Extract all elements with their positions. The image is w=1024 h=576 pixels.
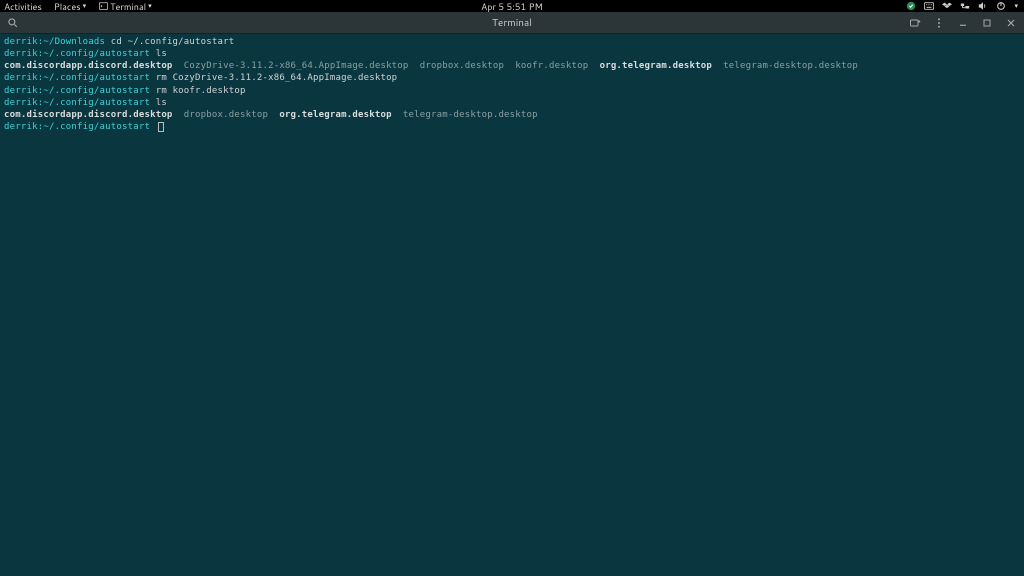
file-entry: telegram-desktop.desktop [392,110,538,120]
command-text: cd ~/.config/autostart [105,37,234,47]
prompt: derrik:~/Downloads [4,37,105,47]
prompt: derrik:~/.config/autostart [4,122,150,132]
update-icon[interactable] [906,1,916,11]
close-button[interactable] [1004,16,1018,30]
clock[interactable]: Apr 5 5:51 PM [481,0,543,13]
terminal-line: derrik:~/Downloads cd ~/.config/autostar… [4,36,1020,48]
file-entry: dropbox.desktop [409,61,505,71]
search-icon[interactable] [6,16,20,30]
prompt: derrik:~/.config/autostart [4,98,150,108]
datetime-label: Apr 5 5:51 PM [481,0,543,13]
file-entry: org.telegram.desktop [588,61,712,71]
gnome-topbar: Activities Places ▾ Terminal ▾ Apr 5 5:5… [0,0,1024,12]
volume-icon[interactable] [978,1,988,11]
headerbar-left [6,16,20,30]
power-icon[interactable] [996,1,1006,11]
file-entry: telegram-desktop.desktop [712,61,858,71]
places-menu[interactable]: Places ▾ [54,0,86,13]
terminal-line: derrik:~/.config/autostart ls [4,48,1020,60]
headerbar-right [908,16,1018,30]
chevron-down-icon: ▾ [83,1,87,11]
keyboard-icon[interactable] [924,1,934,11]
places-label: Places [54,0,81,13]
dropbox-icon[interactable] [942,1,952,11]
new-tab-button[interactable] [908,16,922,30]
command-text [150,122,156,132]
command-text: rm koofr.desktop [150,86,246,96]
chevron-down-icon[interactable]: ▾ [1014,1,1018,11]
activities-label: Activities [4,0,42,13]
topbar-right: ▾ [906,1,1018,11]
menu-button[interactable] [932,16,946,30]
chevron-down-icon: ▾ [148,1,152,11]
cursor [158,122,164,132]
activities-button[interactable]: Activities [4,0,42,13]
prompt: derrik:~/.config/autostart [4,49,150,59]
file-entry: com.discordapp.discord.desktop [4,61,173,71]
terminal-viewport[interactable]: derrik:~/Downloads cd ~/.config/autostar… [0,34,1024,135]
command-text: ls [150,98,167,108]
headerbar: Terminal [0,12,1024,34]
network-icon[interactable] [960,1,970,11]
app-indicator[interactable]: Terminal ▾ [98,0,151,13]
window-title: Terminal [492,16,532,30]
prompt: derrik:~/.config/autostart [4,73,150,83]
command-text: rm CozyDrive-3.11.2-x86_64.AppImage.desk… [150,73,397,83]
file-entry: dropbox.desktop [173,110,269,120]
file-entry: com.discordapp.discord.desktop [4,110,173,120]
file-entry: CozyDrive-3.11.2-x86_64.AppImage.desktop [173,61,409,71]
terminal-icon [98,1,108,11]
file-entry: org.telegram.desktop [268,110,392,120]
minimize-button[interactable] [956,16,970,30]
app-indicator-label: Terminal [110,0,146,13]
terminal-line: derrik:~/.config/autostart rm CozyDrive-… [4,72,1020,84]
terminal-line: com.discordapp.discord.desktop dropbox.d… [4,109,1020,121]
topbar-left: Activities Places ▾ Terminal ▾ [4,0,152,13]
command-text: ls [150,49,167,59]
terminal-line: derrik:~/.config/autostart ls [4,97,1020,109]
prompt: derrik:~/.config/autostart [4,86,150,96]
maximize-button[interactable] [980,16,994,30]
terminal-line: com.discordapp.discord.desktop CozyDrive… [4,60,1020,72]
terminal-line: derrik:~/.config/autostart rm koofr.desk… [4,85,1020,97]
terminal-line: derrik:~/.config/autostart [4,121,1020,133]
terminal-window: Terminal derrik:~/Downloads cd ~/.config… [0,12,1024,576]
file-entry: koofr.desktop [504,61,588,71]
